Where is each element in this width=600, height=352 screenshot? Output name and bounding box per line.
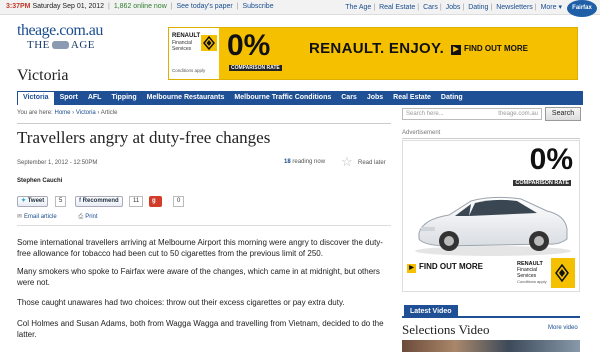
latest-video-header: Latest Video: [402, 305, 580, 318]
current-date: Saturday Sep 01, 2012: [32, 3, 105, 10]
topnav-more[interactable]: More: [541, 4, 557, 11]
banner-ad[interactable]: RENAULT Financial Services Conditions ap…: [168, 27, 578, 80]
todays-paper-link[interactable]: See today's paper: [177, 3, 233, 10]
nav-item-melbourne-restaurants[interactable]: Melbourne Restaurants: [142, 91, 230, 105]
print-icon: ⎙: [78, 214, 84, 220]
nav-item-real-estate[interactable]: Real Estate: [388, 91, 436, 105]
top-bar: 3:37PM Saturday Sep 01, 2012 | 1,862 onl…: [0, 0, 600, 28]
section-title: Victoria: [17, 67, 69, 84]
divider: [402, 138, 580, 139]
gplus-count: 0: [173, 196, 185, 207]
recommend-button[interactable]: f Recommend: [75, 196, 123, 207]
online-count: 1,862 online now: [113, 3, 167, 10]
sidebar-ad-find-out-more[interactable]: ▶ FIND OUT MORE: [407, 262, 483, 273]
tab-latest-video[interactable]: Latest Video: [404, 305, 458, 318]
email-icon: ✉: [17, 214, 23, 220]
breadcrumb-article: Article: [100, 110, 118, 116]
sidebar-ad-comparison: COMPARISON RATE: [513, 180, 571, 186]
section-nav: Victoria Sport AFL Tipping Melbourne Restaur…: [17, 91, 583, 105]
topnav-the-age[interactable]: The Age: [345, 4, 371, 11]
gplus-button[interactable]: g +1: [149, 196, 162, 215]
reading-now: 18 reading now: [284, 159, 326, 165]
selections-video-title[interactable]: Selections Video: [402, 322, 489, 338]
facebook-icon: f: [79, 198, 81, 204]
nav-item-victoria[interactable]: Victoria: [17, 91, 55, 105]
site-logo[interactable]: theage.com.au: [17, 22, 103, 40]
video-thumbnail[interactable]: [402, 340, 580, 352]
article-headline: Travellers angry at duty-free changes: [17, 128, 271, 147]
divider: [17, 123, 391, 124]
arrow-right-icon: ▶: [407, 264, 416, 273]
nav-item-dating[interactable]: Dating: [436, 91, 468, 105]
topnav-real-estate[interactable]: Real Estate: [379, 4, 415, 11]
recommend-count: 11: [129, 196, 144, 207]
ad-conditions: Conditions apply: [172, 68, 206, 73]
breadcrumb-home[interactable]: Home: [54, 110, 70, 116]
nav-item-jobs[interactable]: Jobs: [362, 91, 388, 105]
chevron-down-icon: ▾: [558, 4, 562, 11]
sidebar-ad-brand: RENAULT Financial Services Conditions appl…: [515, 258, 575, 288]
article-tools: ✉ Email article ⎙ Print: [17, 213, 118, 221]
nav-item-sport[interactable]: Sport: [55, 91, 83, 105]
article-author[interactable]: Stephen Cauchi: [17, 178, 62, 184]
fairfax-logo[interactable]: Fairfax Media: [567, 0, 597, 28]
ad-slogan: RENAULT. ENJOY.: [309, 40, 445, 57]
sidebar-ad[interactable]: 0% COMPARISON RATE ▶ FIND OUT MORE RENAUL…: [402, 140, 580, 292]
renault-logo-icon: [555, 264, 569, 282]
ad-rate: 0%: [227, 29, 271, 62]
star-icon[interactable]: ☆: [341, 155, 353, 168]
tweet-button[interactable]: ✦ Tweet: [17, 196, 49, 207]
article-paragraph: Col Holmes and Susan Adams, both from Wa…: [17, 319, 384, 339]
subscribe-link[interactable]: Subscribe: [242, 3, 273, 10]
nav-item-cars[interactable]: Cars: [336, 91, 362, 105]
sidebar-ad-rate: 0%: [529, 143, 573, 176]
divider: [17, 225, 391, 226]
topnav-newsletters[interactable]: Newsletters: [496, 4, 533, 11]
read-later-link[interactable]: Read later: [358, 160, 386, 166]
article-paragraph: Those caught unawares had two choices: t…: [17, 298, 345, 307]
article-paragraph: Some international travellers arriving a…: [17, 238, 383, 258]
more-video-link[interactable]: More video: [548, 325, 578, 331]
search-domain: theage.com.au: [498, 111, 538, 117]
ad-comparison-rate: COMPARISON RATE: [229, 65, 282, 71]
article-date: September 1, 2012 - 12:50PM: [17, 160, 98, 166]
nav-item-tipping[interactable]: Tipping: [106, 91, 141, 105]
topnav-dating[interactable]: Dating: [468, 4, 488, 11]
car-image: [415, 196, 571, 256]
tweet-count: 5: [55, 196, 67, 207]
search-input[interactable]: Search here... theage.com.au: [402, 108, 542, 120]
breadcrumb-victoria[interactable]: Victoria: [76, 110, 96, 116]
print-link[interactable]: ⎙ Print: [78, 214, 107, 220]
ad-find-out-more[interactable]: ▶ FIND OUT MORE: [451, 44, 528, 55]
email-article-link[interactable]: ✉ Email article: [17, 214, 67, 220]
masthead-logo[interactable]: THE AGE: [27, 39, 95, 51]
ad-brand-sub: Financial Services: [172, 40, 193, 52]
ad-brand: RENAULT: [172, 33, 201, 39]
google-plus-icon: g: [152, 198, 156, 204]
twitter-icon: ✦: [21, 198, 27, 204]
search-button[interactable]: Search: [545, 107, 581, 121]
nav-item-melbourne-traffic[interactable]: Melbourne Traffic Conditions: [229, 91, 336, 105]
advertisement-label: Advertisement: [402, 130, 441, 136]
crest-icon: [51, 41, 69, 50]
article-paragraph: Many smokers who spoke to Fairfax were a…: [17, 267, 380, 287]
nav-item-afl[interactable]: AFL: [83, 91, 107, 105]
topnav-cars[interactable]: Cars: [423, 4, 438, 11]
breadcrumb: You are here: Home › Victoria › Article: [17, 110, 118, 116]
renault-logo-icon: [201, 35, 217, 51]
current-time: 3:37PM: [6, 3, 31, 10]
topnav-jobs[interactable]: Jobs: [446, 4, 461, 11]
arrow-right-icon: ▶: [451, 45, 461, 55]
